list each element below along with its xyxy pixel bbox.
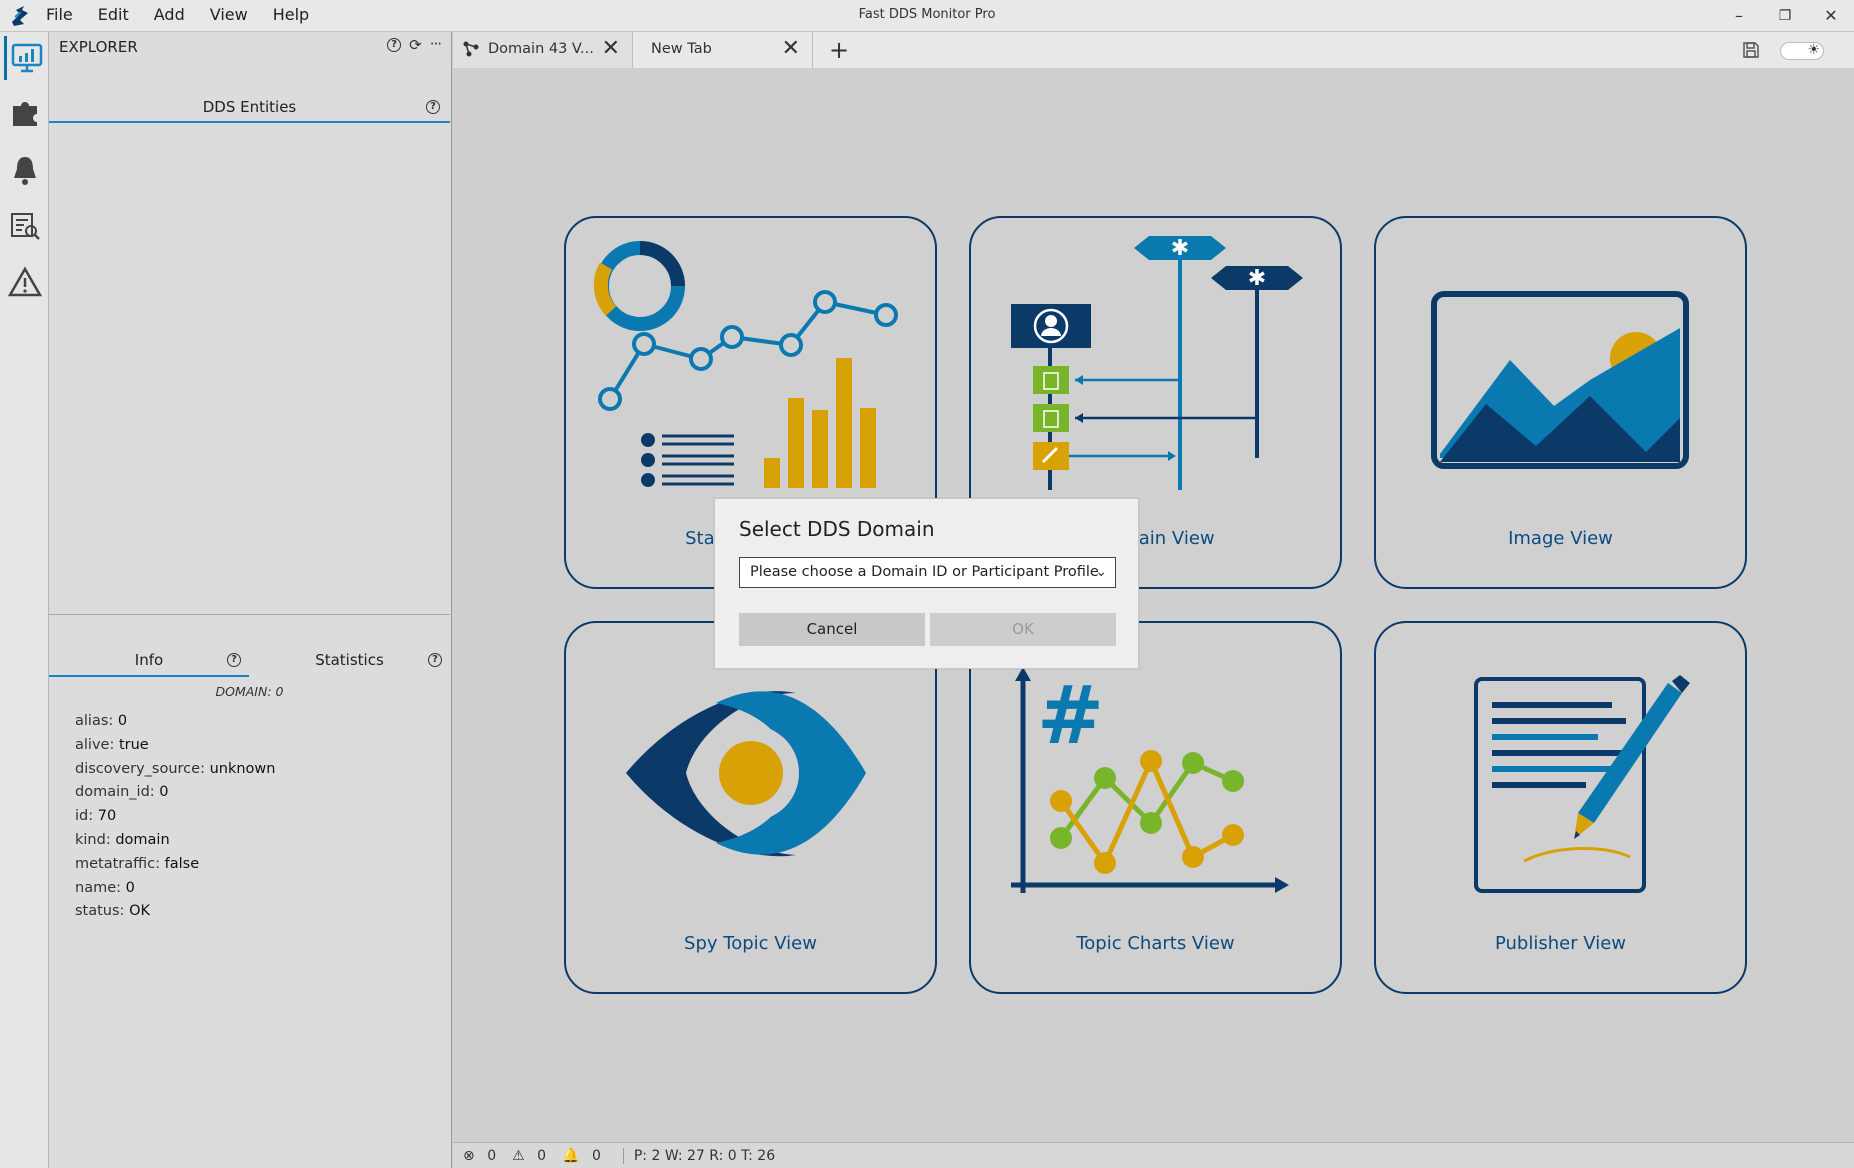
tab-label: New Tab (651, 41, 712, 57)
property-row: domain_id: 0 (75, 784, 169, 801)
ok-button[interactable]: OK (930, 613, 1116, 646)
cancel-button[interactable]: Cancel (739, 613, 925, 646)
property-row: alias: 0 (75, 713, 128, 729)
info-tab-label: Info (134, 651, 164, 669)
logs-activity-button[interactable] (4, 204, 46, 248)
refresh-icon[interactable]: ⟳ (409, 38, 422, 53)
topic-charts-view-card[interactable]: # Topic Charts View (969, 621, 1342, 994)
main-area: Statistics View ✱ ✱ Domain View (453, 68, 1854, 1142)
close-tab-icon[interactable]: ✕ (602, 37, 620, 61)
close-tab-icon[interactable]: ✕ (782, 37, 800, 61)
statistics-tab-label: Statistics (315, 651, 384, 669)
info-tabs: Info ? Statistics ? (49, 614, 450, 677)
monitor-chart-icon (11, 43, 42, 73)
tab-bar: Domain 43 V... ✕ New Tab ✕ + ☀ (453, 32, 1854, 68)
entity-properties: alias: 0 alive: true discovery_source: u… (75, 710, 275, 924)
dds-entities-activity-button[interactable] (4, 92, 46, 136)
select-domain-dialog: Select DDS Domain Please choose a Domain… (714, 498, 1139, 669)
minimize-button[interactable]: – (1724, 4, 1754, 28)
sun-icon: ☀ (1807, 42, 1820, 58)
menu-add[interactable]: Add (153, 0, 199, 32)
theme-toggle[interactable]: ☀ (1780, 42, 1824, 60)
tab-info[interactable]: Info ? (49, 615, 249, 677)
menu-view[interactable]: View (209, 0, 262, 32)
bell-icon (14, 157, 36, 185)
explorer-header: EXPLORER (59, 38, 138, 56)
explorer-panel: EXPLORER ? ⟳ ··· DDS Entities ? Info ? S… (49, 32, 452, 1168)
activity-bar (0, 32, 49, 1168)
entity-title: DOMAIN: 0 (215, 684, 284, 699)
statistics-help-icon[interactable]: ? (428, 653, 442, 667)
puzzle-icon (13, 102, 37, 126)
more-options-icon[interactable]: ··· (430, 37, 442, 52)
warning-count[interactable]: ⚠ 0 (512, 1148, 554, 1164)
status-bar: ⊗ 0 ⚠ 0 🔔 0 P: 2 W: 27 R: 0 T: 26 (453, 1142, 1854, 1168)
tab-statistics[interactable]: Statistics ? (249, 615, 450, 677)
card-label: Spy Topic View (684, 933, 817, 954)
card-label: Publisher View (1494, 933, 1627, 954)
tab-dds-entities[interactable]: DDS Entities ? (49, 64, 450, 123)
property-row: alive: true (75, 736, 149, 753)
log-search-icon (11, 213, 40, 240)
tab-label: Domain 43 V... (488, 41, 594, 57)
title-bar: File Edit Add View Help Fast DDS Monitor… (0, 0, 1854, 32)
menu-file[interactable]: File (45, 0, 87, 32)
error-count[interactable]: ⊗ 0 (463, 1148, 504, 1164)
issues-activity-button[interactable] (4, 260, 46, 304)
publisher-view-card[interactable]: Publisher View (1374, 621, 1747, 994)
warning-icon: ⚠ (512, 1147, 525, 1164)
card-label: Image View (1508, 528, 1613, 549)
spy-topic-view-card[interactable]: Spy Topic View (564, 621, 937, 994)
alerts-activity-button[interactable] (4, 148, 46, 192)
warning-icon (8, 266, 42, 297)
dds-entities-help-icon[interactable]: ? (426, 100, 440, 114)
domain-select[interactable]: Please choose a Domain ID or Participant… (739, 557, 1116, 588)
dds-entities-label: DDS Entities (202, 98, 297, 116)
explorer-help-icon[interactable]: ? (387, 38, 402, 52)
notification-count[interactable]: 🔔 0 (562, 1148, 609, 1164)
menu-edit[interactable]: Edit (97, 0, 143, 32)
bell-icon: 🔔 (562, 1147, 580, 1164)
restore-button[interactable]: ❐ (1770, 4, 1800, 28)
property-row: id: 70 (75, 808, 117, 825)
app-logo-icon (12, 6, 28, 26)
close-window-button[interactable]: ✕ (1816, 4, 1846, 28)
tab-domain-view[interactable]: Domain 43 V... ✕ (453, 32, 633, 68)
status-divider (622, 1147, 624, 1164)
property-row: kind: domain (75, 831, 170, 848)
tab-bar-tools: ☀ (1734, 32, 1854, 68)
add-tab-button[interactable]: + (821, 32, 857, 68)
dialog-title: Select DDS Domain (739, 517, 935, 541)
info-help-icon[interactable]: ? (227, 653, 241, 667)
tab-new-tab[interactable]: New Tab ✕ (635, 32, 813, 68)
domain-select-value: Please choose a Domain ID or Participant… (750, 564, 1099, 580)
image-view-card[interactable]: Image View (1374, 216, 1747, 589)
menu-help[interactable]: Help (272, 0, 323, 32)
explorer-toolbar: ? ⟳ ··· (387, 37, 442, 53)
explorer-activity-button[interactable] (4, 36, 46, 80)
card-label: Topic Charts View (1076, 933, 1235, 954)
error-icon: ⊗ (463, 1147, 475, 1164)
property-row: status: OK (75, 903, 150, 920)
property-row: name: 0 (75, 879, 135, 896)
svg-text:✱: ✱ (1248, 266, 1266, 291)
chevron-down-icon: ⌄ (1095, 564, 1107, 580)
graph-icon (463, 41, 479, 57)
entity-counts: P: 2 W: 27 R: 0 T: 26 (633, 1147, 776, 1164)
svg-text:#: # (1037, 669, 1104, 762)
property-row: metatraffic: false (75, 855, 200, 872)
save-icon[interactable] (1742, 41, 1760, 59)
property-row: discovery_source: unknown (75, 760, 276, 777)
menu-bar: File Edit Add View Help (45, 0, 333, 32)
svg-text:✱: ✱ (1171, 236, 1189, 261)
